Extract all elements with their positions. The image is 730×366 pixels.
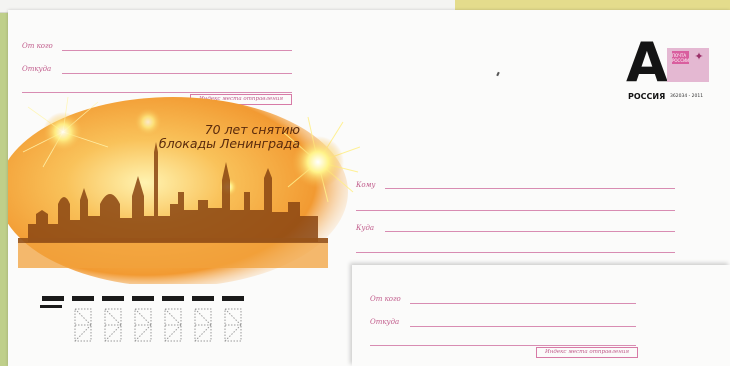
second-from-where-line-2[interactable] [370, 345, 636, 346]
zip-marker-bar [40, 305, 62, 308]
zip-digit-box-5[interactable] [194, 308, 212, 342]
zip-digit-box-1[interactable] [74, 308, 92, 342]
double-eagle-icon: ✦ [694, 50, 704, 63]
fireworks-artwork [8, 96, 360, 284]
stamp-country: РОССИЯ [628, 92, 666, 101]
to-where-line-2[interactable] [356, 252, 675, 253]
zip-digit-box-3[interactable] [134, 308, 152, 342]
artwork-title-line1: 70 лет снятию [204, 122, 300, 137]
second-from-line[interactable] [410, 303, 636, 304]
artwork-title-line2: блокады Ленинграда [158, 136, 300, 151]
zip-digit-box-4[interactable] [164, 308, 182, 342]
to-where-line[interactable] [385, 231, 675, 232]
from-where-line[interactable] [62, 73, 292, 74]
zip-digit-box-2[interactable] [104, 308, 122, 342]
to-label: Кому [356, 181, 376, 189]
to-where-label: Куда [356, 224, 375, 232]
to-line-2[interactable] [356, 210, 675, 211]
zip-digit-box-6[interactable] [224, 308, 242, 342]
from-line[interactable] [62, 50, 292, 51]
zip-bar-1 [42, 296, 64, 301]
stamp-letter: А [626, 31, 668, 94]
to-line[interactable] [385, 188, 675, 189]
zip-bar-4 [132, 296, 154, 301]
from-label: От кого [22, 42, 53, 50]
second-from-where-label: Откуда [370, 318, 400, 326]
zip-bar-3 [102, 296, 124, 301]
zip-bar-5 [162, 296, 184, 301]
second-from-label: От кого [370, 295, 401, 303]
stamp-brand-text: ПОЧТА РОССИИ [672, 53, 690, 63]
embankment [18, 238, 328, 243]
artwork-title: 70 лет снятию блокады Ленинграда [150, 123, 300, 151]
from-where-label: Откуда [22, 65, 52, 73]
burst-left-core [43, 112, 83, 152]
zip-bar-7 [222, 296, 244, 301]
stamp-code: 362034 - 2011 [670, 94, 704, 99]
second-index-box[interactable]: Индекс места отправления [536, 347, 638, 358]
zip-bar-6 [192, 296, 214, 301]
zip-bar-2 [72, 296, 94, 301]
second-from-where-line[interactable] [410, 326, 636, 327]
